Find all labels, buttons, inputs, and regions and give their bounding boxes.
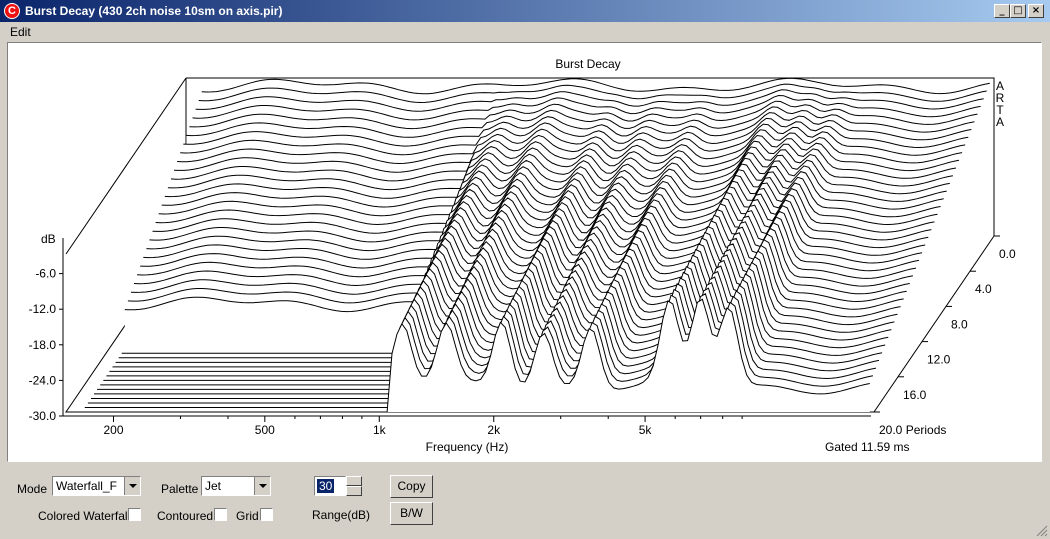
z-tick-label: 16.0 [903, 388, 927, 402]
palette-label: Palette [161, 482, 199, 496]
mode-label: Mode [17, 482, 48, 496]
range-label: Range(dB) [312, 508, 371, 522]
z-tick-label: 4.0 [975, 282, 992, 296]
plot-area: Burst Decay ARTA dB Frequency (Hz) Gated… [7, 42, 1042, 462]
x-tick-label: 1k [373, 423, 387, 437]
copy-button[interactable]: Copy [390, 475, 433, 498]
range-down-button[interactable] [346, 486, 362, 496]
minimize-button[interactable]: _ [994, 4, 1010, 18]
x-tick-label: 5k [639, 423, 653, 437]
x-tick-label: 2k [487, 423, 501, 437]
close-button[interactable]: × [1028, 4, 1044, 18]
grid-label: Grid [236, 509, 259, 523]
palette-select[interactable]: Jet [201, 476, 271, 496]
chevron-down-icon[interactable] [124, 477, 140, 495]
colored-waterfall-label: Colored Waterfall [38, 509, 131, 523]
y-tick-label: -6.0 [35, 267, 56, 281]
x-tick-label: 200 [103, 423, 123, 437]
chart-title: Burst Decay [555, 57, 620, 71]
maximize-button[interactable]: □ [1010, 4, 1026, 18]
menu-bar: Edit [0, 22, 1050, 42]
gated-note: Gated 11.59 ms [825, 440, 910, 454]
chevron-down-icon[interactable] [254, 477, 270, 495]
mode-value: Waterfall_F [56, 479, 117, 493]
title-bar: C Burst Decay (430 2ch noise 10sm on axi… [0, 0, 1050, 22]
resize-grip-icon[interactable] [1036, 525, 1048, 537]
x-axis-label: Frequency (Hz) [426, 440, 509, 454]
z-tick-label: 8.0 [951, 317, 968, 331]
y-tick-labels: -6.0 -12.0 -18.0 -24.0 -30.0 [29, 267, 63, 423]
grid-checkbox[interactable] [260, 508, 273, 521]
colored-waterfall-checkbox[interactable] [128, 508, 141, 521]
waterfall-slices [81, 77, 990, 413]
z-tick-label: 20.0 Periods [879, 423, 946, 437]
y-tick-label: -12.0 [29, 302, 57, 316]
contoured-checkbox[interactable] [214, 508, 227, 521]
range-up-button[interactable] [346, 476, 362, 486]
window-title: Burst Decay (430 2ch noise 10sm on axis.… [25, 4, 283, 18]
y-tick-label: -30.0 [29, 409, 57, 423]
mode-select[interactable]: Waterfall_F [52, 476, 141, 496]
y-axis-label: dB [41, 232, 56, 246]
menu-edit[interactable]: Edit [10, 25, 31, 39]
bw-button[interactable]: B/W [390, 502, 433, 525]
x-tick-label: 500 [255, 423, 275, 437]
z-tick-label: 12.0 [927, 353, 951, 367]
palette-value: Jet [205, 479, 222, 493]
contoured-label: Contoured [157, 509, 214, 523]
app-icon: C [4, 3, 20, 19]
y-tick-label: -18.0 [29, 338, 57, 352]
range-input[interactable]: 30 [314, 476, 346, 496]
arta-brand: ARTA [996, 79, 1005, 129]
y-tick-label: -24.0 [29, 373, 57, 387]
brand-letter: A [996, 115, 1004, 129]
range-value: 30 [317, 479, 335, 493]
z-tick-label: 0.0 [999, 247, 1016, 261]
burst-decay-chart: Burst Decay ARTA dB Frequency (Hz) Gated… [29, 57, 1016, 454]
x-tick-labels: 200 500 1k 2k 5k [103, 416, 743, 437]
